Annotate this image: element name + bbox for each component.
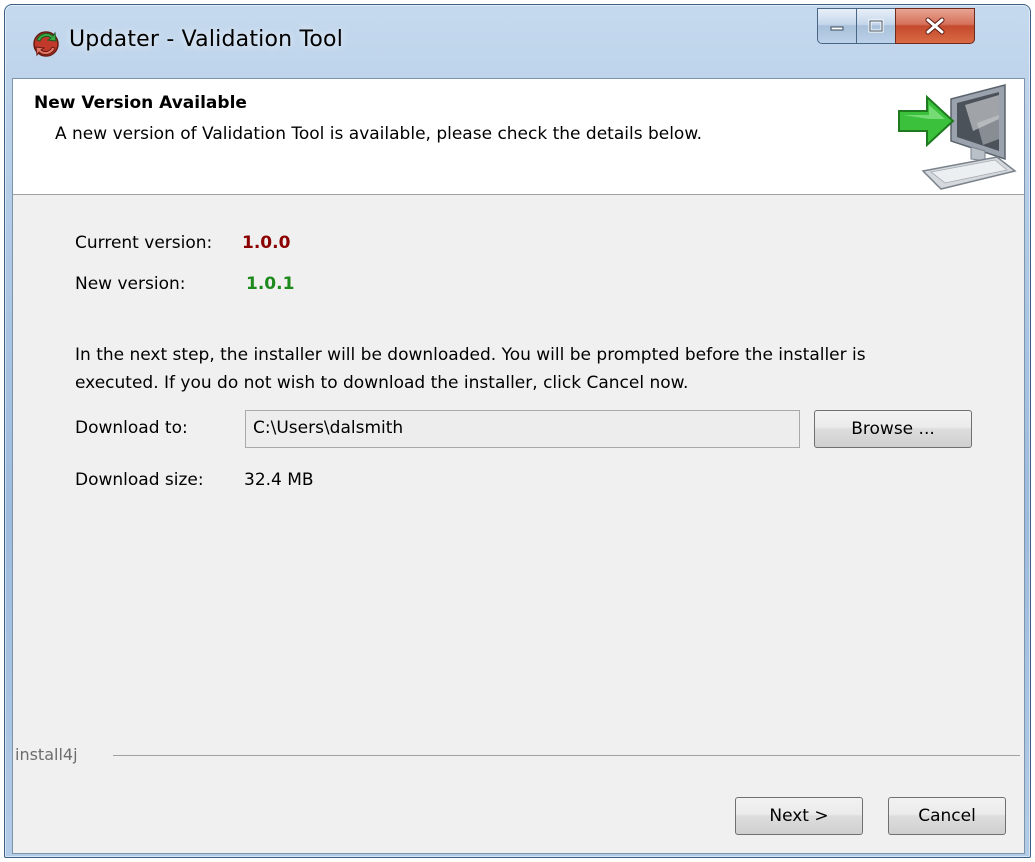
branding-separator: install4j <box>13 745 1024 765</box>
info-text-line2: executed. If you do not wish to download… <box>75 373 689 393</box>
current-version-label: Current version: <box>75 233 213 253</box>
minimize-button[interactable] <box>817 8 857 44</box>
cancel-button[interactable]: Cancel <box>888 797 1006 835</box>
close-button[interactable] <box>895 8 975 44</box>
computer-arrow-icon <box>898 84 1017 190</box>
maximize-icon <box>868 19 884 33</box>
next-button[interactable]: Next > <box>735 797 863 835</box>
separator-line <box>113 755 1020 756</box>
download-size-value: 32.4 MB <box>244 470 314 490</box>
window-title: Updater - Validation Tool <box>69 27 344 52</box>
brand-label: install4j <box>15 745 84 764</box>
minimize-icon <box>830 26 844 31</box>
new-version-value: 1.0.1 <box>246 274 295 294</box>
current-version-value: 1.0.0 <box>242 233 291 253</box>
header-subtitle: A new version of Validation Tool is avai… <box>55 124 703 144</box>
header-title: New Version Available <box>34 93 247 113</box>
download-path-field[interactable]: C:\Users\dalsmith <box>245 410 800 448</box>
info-text-line1: In the next step, the installer will be … <box>75 345 866 365</box>
download-to-label: Download to: <box>75 418 188 438</box>
close-icon <box>925 17 945 35</box>
header-banner: New Version Available A new version of V… <box>13 79 1024 195</box>
new-version-label: New version: <box>75 274 186 294</box>
updater-app-icon <box>33 31 59 57</box>
dialog-content: New Version Available A new version of V… <box>12 78 1025 854</box>
title-bar[interactable]: Updater - Validation Tool <box>5 5 1030 83</box>
updater-window: Updater - Validation Tool New Version Av… <box>4 4 1031 858</box>
browse-button[interactable]: Browse ... <box>814 410 972 448</box>
download-size-label: Download size: <box>75 470 204 490</box>
maximize-button[interactable] <box>856 8 896 44</box>
